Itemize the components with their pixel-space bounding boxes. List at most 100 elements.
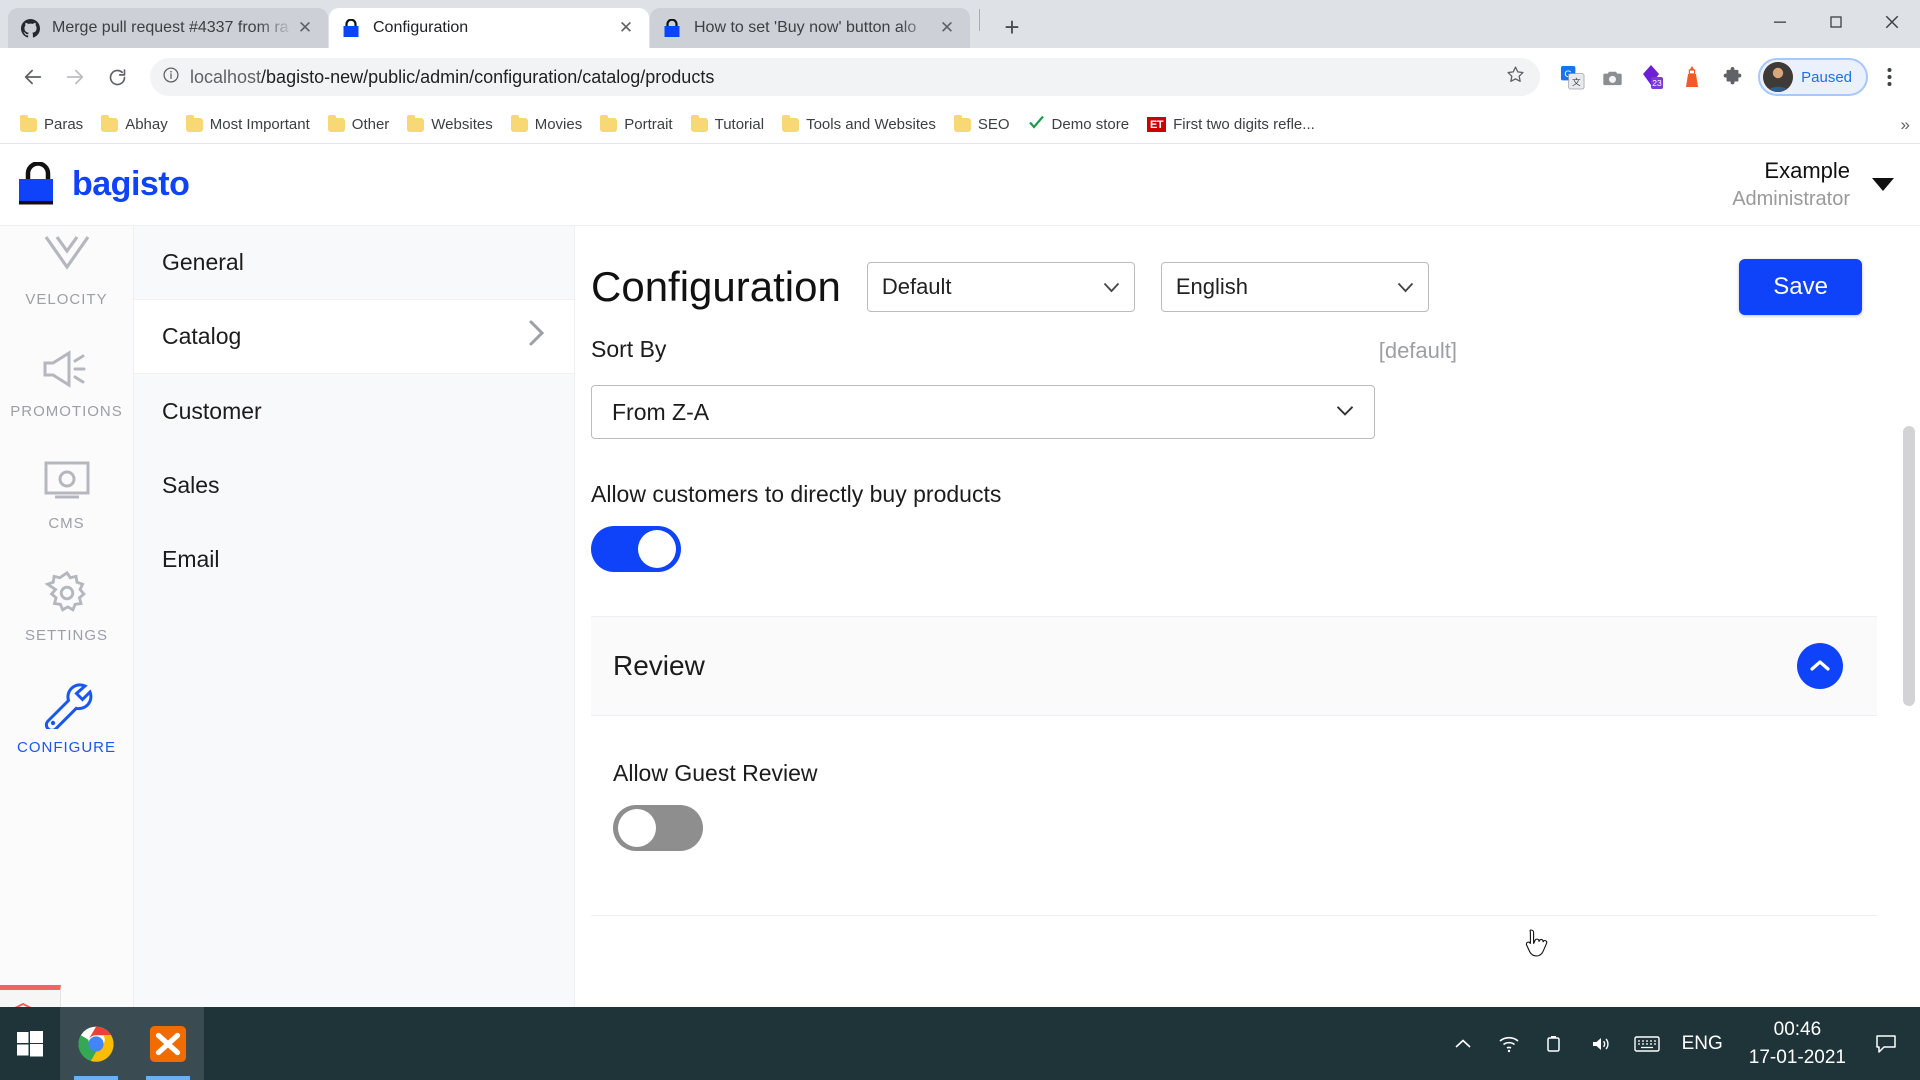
bookmark-most-important[interactable]: Most Important <box>178 112 318 137</box>
bookmark-label: SEO <box>977 116 1010 133</box>
google-translate-icon[interactable]: G 文 <box>1554 59 1590 95</box>
config-menu-item-email[interactable]: Email <box>134 522 574 596</box>
bookmark-abhay[interactable]: Abhay <box>93 112 176 137</box>
screenshot-camera-icon[interactable] <box>1594 59 1630 95</box>
browser-tab-buy-now[interactable]: How to set 'Buy now' button alo ✕ <box>650 8 970 48</box>
browser-tab-github[interactable]: Merge pull request #4337 from ra ✕ <box>8 8 328 48</box>
toggle-knob <box>638 530 676 568</box>
taskbar-language[interactable]: ENG <box>1670 1033 1735 1055</box>
action-center-icon[interactable] <box>1860 1007 1912 1080</box>
bookmark-label: Abhay <box>125 116 168 133</box>
profile-status-label: Paused <box>1801 68 1852 86</box>
bookmark-movies[interactable]: Movies <box>503 112 591 137</box>
puzzle-piece-icon[interactable] <box>1714 59 1750 95</box>
bookmark-paras[interactable]: Paras <box>12 112 91 137</box>
bookmark-first-two-digits[interactable]: ET First two digits refle... <box>1139 112 1323 137</box>
config-menu-item-sales[interactable]: Sales <box>134 448 574 522</box>
page-title: Configuration <box>591 263 841 310</box>
tab-close-icon[interactable]: ✕ <box>936 17 958 39</box>
bookmark-demo-store[interactable]: Demo store <box>1020 111 1138 138</box>
tab-close-icon[interactable]: ✕ <box>615 17 637 39</box>
battery-icon[interactable] <box>1532 1007 1578 1080</box>
browser-window: Merge pull request #4337 from ra ✕ Confi… <box>0 0 1920 1080</box>
sidebar-item-cms[interactable]: CMS <box>0 454 133 532</box>
sidebar-item-promotions[interactable]: PROMOTIONS <box>0 342 133 420</box>
bookmarks-bar: Paras Abhay Most Important Other Website… <box>0 106 1920 144</box>
chevron-down-icon <box>1397 277 1414 298</box>
windows-start-icon[interactable] <box>0 1007 60 1080</box>
sidebar-icon-rail: VELOCITY PROMOTIONS CMS SETTINGS CONFIGU… <box>0 226 134 1045</box>
bagisto-logo[interactable]: bagisto <box>16 160 190 208</box>
purple-diamond-icon[interactable]: 23 <box>1634 59 1670 95</box>
channel-select[interactable]: Default <box>866 262 1135 312</box>
bookmark-other[interactable]: Other <box>320 112 398 137</box>
forward-arrow-icon[interactable] <box>56 58 94 96</box>
info-circle-icon[interactable] <box>162 66 180 89</box>
browser-tab-configuration[interactable]: Configuration ✕ <box>329 8 649 48</box>
back-arrow-icon[interactable] <box>14 58 52 96</box>
taskbar-date: 17-01-2021 <box>1748 1046 1846 1068</box>
tab-separator <box>979 9 980 31</box>
toggle-knob <box>618 809 656 847</box>
admin-header: bagisto Example Administrator <box>0 144 1920 226</box>
user-menu[interactable]: Example Administrator <box>1732 157 1920 212</box>
config-menu-filler <box>134 596 574 1045</box>
save-button[interactable]: Save <box>1739 259 1862 315</box>
config-menu-item-general[interactable]: General <box>134 226 574 300</box>
sidebar-item-configure[interactable]: CONFIGURE <box>0 678 133 756</box>
tab-close-icon[interactable]: ✕ <box>294 17 316 39</box>
keyboard-icon[interactable] <box>1624 1007 1670 1080</box>
reload-icon[interactable] <box>98 58 136 96</box>
direct-buy-toggle[interactable] <box>591 526 681 572</box>
locale-select[interactable]: English <box>1160 262 1429 312</box>
taskbar-xampp-icon[interactable] <box>132 1007 204 1080</box>
sidebar-item-label: SETTINGS <box>24 627 108 644</box>
gear-icon <box>42 566 92 620</box>
star-icon[interactable] <box>1505 64 1526 90</box>
address-bar[interactable]: localhost/bagisto-new/public/admin/confi… <box>150 58 1541 96</box>
locale-select-value: English <box>1175 274 1248 299</box>
sort-by-select[interactable]: From Z-A <box>591 385 1375 439</box>
scrollbar-thumb[interactable] <box>1903 426 1915 706</box>
guest-review-toggle[interactable] <box>613 805 703 851</box>
minimize-icon[interactable] <box>1752 0 1808 44</box>
config-menu-item-catalog[interactable]: Catalog <box>134 300 574 374</box>
orange-lighthouse-icon[interactable] <box>1674 59 1710 95</box>
review-section-header[interactable]: Review <box>591 616 1877 716</box>
chevron-down-icon[interactable] <box>1872 178 1894 191</box>
bookmark-label: Tools and Websites <box>806 116 936 133</box>
bookmark-seo[interactable]: SEO <box>946 112 1018 137</box>
volume-icon[interactable] <box>1578 1007 1624 1080</box>
folder-icon <box>327 114 345 132</box>
kebab-menu-icon[interactable] <box>1872 58 1906 96</box>
folder-icon <box>782 114 800 132</box>
maximize-icon[interactable] <box>1808 0 1864 44</box>
configuration-menu: General Catalog Customer Sales Email <box>134 226 575 1045</box>
profile-button[interactable]: Paused <box>1758 58 1868 96</box>
sidebar-item-settings[interactable]: SETTINGS <box>0 566 133 644</box>
bookmark-tutorial[interactable]: Tutorial <box>683 112 772 137</box>
page-scrollbar[interactable] <box>1902 326 1916 886</box>
bookmarks-overflow-icon[interactable]: » <box>1901 115 1910 135</box>
folder-icon <box>101 114 119 132</box>
github-icon <box>20 18 40 38</box>
show-hidden-icons[interactable] <box>1440 1007 1486 1080</box>
bookmark-tools-and-websites[interactable]: Tools and Websites <box>774 112 944 137</box>
sidebar-item-label: CMS <box>48 515 85 532</box>
user-avatar <box>1763 62 1794 92</box>
close-icon[interactable] <box>1864 0 1920 44</box>
taskbar-clock[interactable]: 00:46 17-01-2021 <box>1735 1016 1860 1071</box>
config-menu-item-customer[interactable]: Customer <box>134 374 574 448</box>
sidebar-item-velocity[interactable]: VELOCITY <box>0 230 133 308</box>
wifi-icon[interactable] <box>1486 1007 1532 1080</box>
admin-body: VELOCITY PROMOTIONS CMS SETTINGS CONFIGU… <box>0 226 1920 1045</box>
bookmark-websites[interactable]: Websites <box>399 112 500 137</box>
review-collapse-button[interactable] <box>1797 643 1843 689</box>
field-label: Sort By <box>591 336 667 362</box>
chevron-right-icon <box>528 319 546 354</box>
bookmark-label: Demo store <box>1051 116 1130 133</box>
tab-strip: Merge pull request #4337 from ra ✕ Confi… <box>0 0 1920 48</box>
taskbar-chrome-icon[interactable] <box>60 1007 132 1080</box>
bookmark-portrait[interactable]: Portrait <box>592 112 680 137</box>
new-tab-button[interactable]: + <box>994 9 1030 45</box>
